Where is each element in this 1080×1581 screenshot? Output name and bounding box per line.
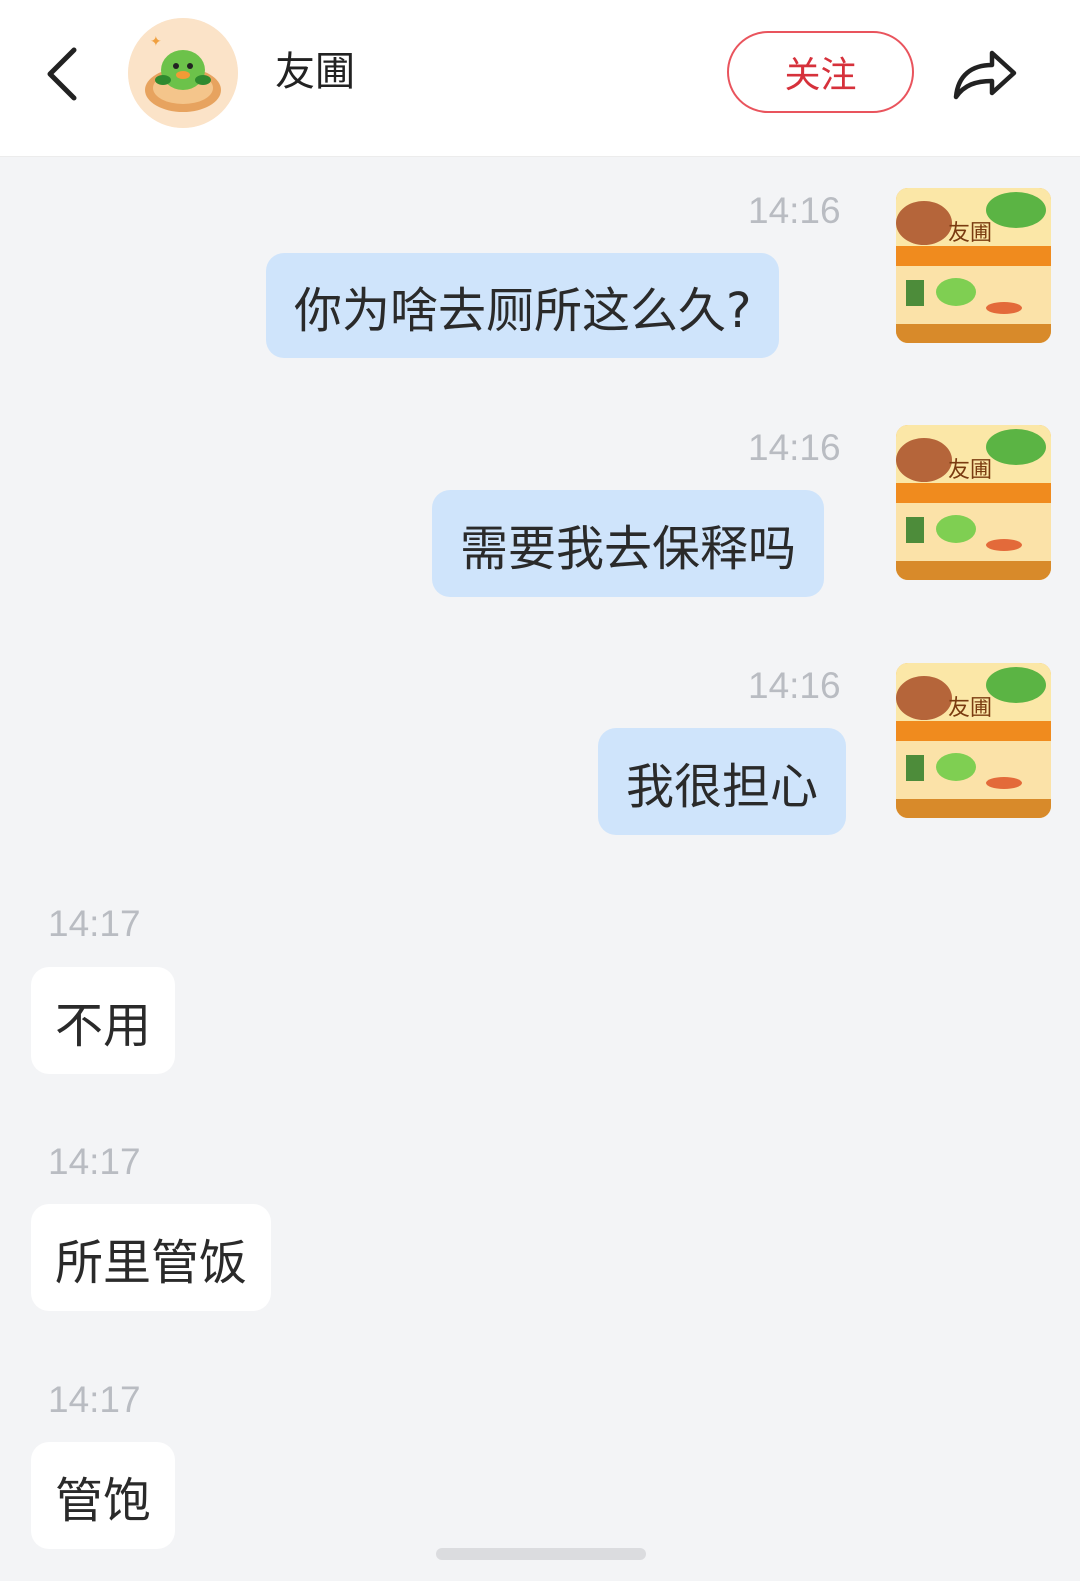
share-button[interactable] <box>948 36 1022 110</box>
self-avatar[interactable]: 友圃 <box>896 188 1051 343</box>
message-timestamp: 14:17 <box>48 1141 141 1182</box>
chevron-left-icon <box>47 47 77 101</box>
shop-avatar-icon: 友圃 <box>896 188 1051 343</box>
message-timestamp: 14:16 <box>748 190 841 231</box>
contact-avatar[interactable]: ✦ <box>128 18 238 128</box>
message-timestamp: 14:16 <box>748 427 841 468</box>
shop-avatar-icon: 友圃 <box>896 425 1051 580</box>
message-timestamp: 14:17 <box>48 903 141 944</box>
contact-name: 友圃 <box>275 49 355 95</box>
svg-text:✦: ✦ <box>150 34 162 50</box>
share-arrow-icon <box>953 50 1017 100</box>
received-message-bubble[interactable]: 所里管饭 <box>31 1204 272 1311</box>
sent-message-bubble[interactable]: 我很担心 <box>598 728 847 835</box>
sent-message-bubble[interactable]: 你为啥去厕所这么久? <box>266 253 780 358</box>
received-message-bubble[interactable]: 不用 <box>31 967 176 1074</box>
message-timestamp: 14:16 <box>748 665 841 706</box>
avatar-logo-text: 友圃 <box>948 696 992 721</box>
avatar-logo-text: 友圃 <box>948 221 992 246</box>
received-message-bubble[interactable]: 管饱 <box>31 1442 176 1549</box>
shop-avatar-icon: 友圃 <box>896 663 1051 818</box>
back-button[interactable] <box>30 38 94 110</box>
home-indicator <box>436 1548 646 1560</box>
sent-message-bubble[interactable]: 需要我去保释吗 <box>432 490 825 597</box>
chat-header: ✦ 友圃 关注 <box>0 0 1080 157</box>
message-timestamp: 14:17 <box>48 1379 141 1420</box>
follow-button[interactable]: 关注 <box>727 31 914 113</box>
duck-avatar-icon: ✦ <box>128 18 238 128</box>
avatar-logo-text: 友圃 <box>948 458 992 483</box>
self-avatar[interactable]: 友圃 <box>896 663 1051 818</box>
self-avatar[interactable]: 友圃 <box>896 425 1051 580</box>
